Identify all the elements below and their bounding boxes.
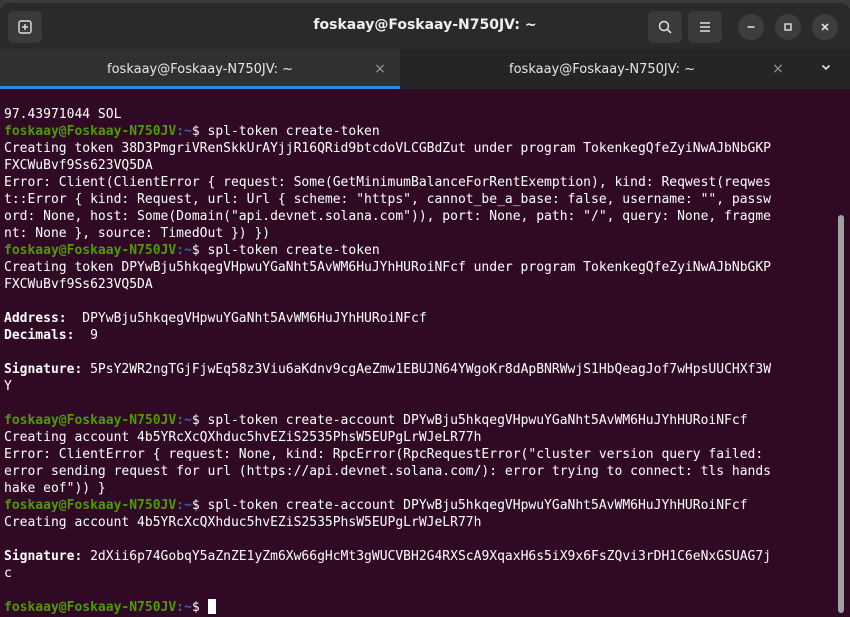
signature-label: Signature: [4, 549, 83, 564]
terminal-area[interactable]: 97.43971044 SOL foskaay@Foskaay-N750JV:~… [0, 89, 850, 617]
tab-bar: foskaay@Foskaay-N750JV: ~ × foskaay@Fosk… [0, 49, 850, 89]
search-icon [658, 20, 672, 34]
output-line: Creating token 38D3PmgriVRenSkkUrAYjjR16… [4, 141, 772, 156]
signature-value: 5PsY2WR2ngTGjFjwEq58z3Viu6aKdnv9cgAeZmw1… [82, 362, 772, 377]
signature-value: 2dXii6p74GobqY5aZnZE1yZm6Xw66gHcMt3gWUCV… [82, 549, 772, 564]
output-line: Creating account 4b5YRcXcQXhduc5hvEZiS25… [4, 430, 482, 445]
prompt-line: foskaay@Foskaay-N750JV:~$ spl-token crea… [4, 242, 840, 259]
hamburger-menu-icon [700, 22, 710, 32]
prompt-user: foskaay@Foskaay-N750JV [4, 413, 177, 428]
signature-line: Signature: 5PsY2WR2ngTGjFjwEq58z3Viu6aKd… [4, 361, 840, 378]
output-line: Creating account 4b5YRcXcQXhduc5hvEZiS25… [4, 515, 482, 530]
output-line: FXCWuBvf9Ss623VQ5DA [4, 158, 153, 173]
maximize-button[interactable] [775, 14, 801, 40]
output-line: t::Error { kind: Request, url: Url { sch… [4, 192, 772, 207]
signature-label: Signature: [4, 362, 83, 377]
prompt-user: foskaay@Foskaay-N750JV [4, 600, 177, 615]
prompt-path: :~ [176, 600, 192, 615]
prompt-line: foskaay@Foskaay-N750JV:~$ spl-token crea… [4, 497, 840, 514]
close-icon [821, 23, 829, 31]
address-line: Address: DPYwBju5hkqegVHpwuYGaNht5AvWM6H… [4, 310, 840, 327]
tab-1-close-icon[interactable]: × [372, 61, 388, 77]
tab-1-label: foskaay@Foskaay-N750JV: ~ [107, 61, 293, 77]
output-line: Error: ClientError { request: None, kind… [4, 447, 764, 462]
tab-2[interactable]: foskaay@Foskaay-N750JV: ~ [400, 49, 804, 89]
tab-2-label: foskaay@Foskaay-N750JV: ~ [509, 61, 695, 77]
window-title: foskaay@Foskaay-N750JV: ~ [313, 17, 537, 33]
prompt-line: foskaay@Foskaay-N750JV:~$ [4, 599, 840, 616]
tab-2-close-icon[interactable]: × [770, 61, 786, 77]
menu-button[interactable] [688, 11, 722, 43]
prompt-sign: $ [191, 124, 208, 139]
chevron-down-icon [821, 64, 831, 71]
command-text: spl-token create-token [207, 243, 380, 258]
prompt-path: :~ [176, 413, 192, 428]
output-line: Error: Client(ClientError { request: Som… [4, 175, 772, 190]
prompt-sign: $ [191, 600, 208, 615]
prompt-user: foskaay@Foskaay-N750JV [4, 243, 177, 258]
prompt-path: :~ [176, 124, 192, 139]
address-label: Address: [4, 311, 67, 326]
scrollbar-thumb[interactable] [838, 215, 844, 613]
output-line: Y [4, 379, 12, 394]
decimals-label: Decimals: [4, 328, 75, 343]
maximize-icon [784, 23, 792, 31]
prompt-path: :~ [176, 498, 192, 513]
command-text: spl-token create-account DPYwBju5hkqegVH… [207, 498, 748, 513]
terminal-output: 97.43971044 SOL foskaay@Foskaay-N750JV:~… [4, 106, 840, 616]
tab-list-dropdown[interactable] [818, 61, 834, 77]
terminal-window: foskaay@Foskaay-N750JV: ~ foskaay@Foskaa… [0, 3, 850, 617]
decimals-line: Decimals: 9 [4, 327, 840, 344]
search-button[interactable] [648, 11, 682, 43]
title-bar[interactable]: foskaay@Foskaay-N750JV: ~ [0, 3, 850, 49]
output-line: error sending request for url (https://a… [4, 464, 772, 479]
output-line: hake eof")) } [4, 481, 106, 496]
command-text: spl-token create-account DPYwBju5hkqegVH… [207, 413, 748, 428]
address-value: DPYwBju5hkqegVHpwuYGaNht5AvWM6HuJYhHURoi… [66, 311, 427, 326]
output-line: nt: None }, source: TimedOut }) }) [4, 226, 271, 241]
close-button[interactable] [812, 14, 838, 40]
output-line: 97.43971044 SOL [4, 107, 122, 122]
minimize-button[interactable] [738, 14, 764, 40]
minimize-icon [747, 26, 755, 28]
prompt-line: foskaay@Foskaay-N750JV:~$ spl-token crea… [4, 123, 840, 140]
output-line: ord: None, host: Some(Domain("api.devnet… [4, 209, 772, 224]
prompt-path: :~ [176, 243, 192, 258]
prompt-user: foskaay@Foskaay-N750JV [4, 498, 177, 513]
signature-line: Signature: 2dXii6p74GobqY5aZnZE1yZm6Xw66… [4, 548, 840, 565]
prompt-line: foskaay@Foskaay-N750JV:~$ spl-token crea… [4, 412, 840, 429]
tab-1[interactable]: foskaay@Foskaay-N750JV: ~ [0, 49, 400, 89]
text-cursor [207, 599, 216, 614]
command-text: spl-token create-token [207, 124, 380, 139]
output-line: FXCWuBvf9Ss623VQ5DA [4, 277, 153, 292]
output-line: c [4, 566, 12, 581]
output-line: Creating token DPYwBju5hkqegVHpwuYGaNht5… [4, 260, 772, 275]
prompt-sign: $ [191, 413, 208, 428]
prompt-user: foskaay@Foskaay-N750JV [4, 124, 177, 139]
decimals-value: 9 [74, 328, 98, 343]
prompt-sign: $ [191, 243, 208, 258]
prompt-sign: $ [191, 498, 208, 513]
